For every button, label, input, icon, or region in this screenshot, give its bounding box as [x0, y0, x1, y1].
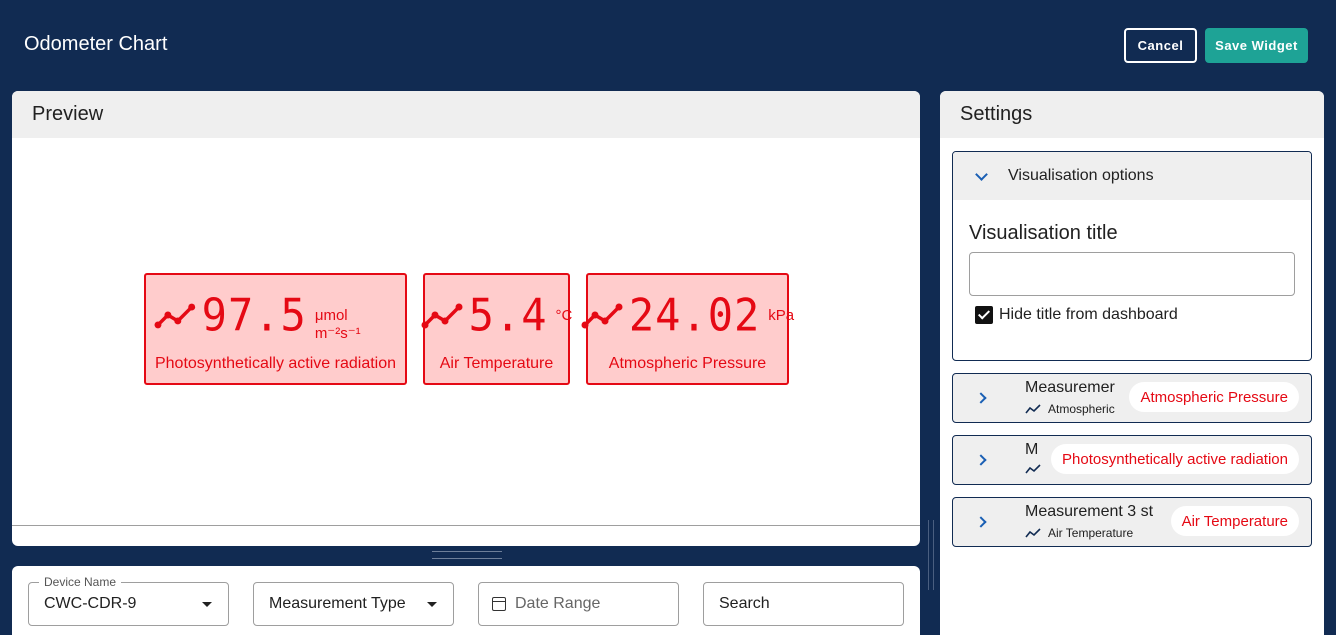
- page-title: Odometer Chart: [24, 33, 168, 55]
- odometer-tile-par: 97.5 μmol m⁻²s⁻¹ Photosynthetically acti…: [144, 273, 407, 385]
- caret-down-icon: [202, 602, 212, 607]
- device-name-select[interactable]: Device Name CWC-CDR-9: [28, 575, 229, 626]
- top-bar: Odometer Chart Cancel Save Widget: [0, 0, 1336, 91]
- odometer-label: Photosynthetically active radiation: [154, 355, 397, 372]
- odometer-unit: kPa: [768, 307, 795, 324]
- vertical-resize-handle[interactable]: [928, 520, 934, 590]
- visualisation-options-header[interactable]: Visualisation options: [953, 152, 1311, 200]
- trend-line-icon: [1025, 404, 1041, 414]
- chevron-right-icon: [975, 454, 987, 466]
- measurement-sub-label: Atmospheric: [1048, 402, 1115, 416]
- trend-line-icon: [581, 303, 623, 329]
- chevron-right-icon: [975, 392, 987, 404]
- caret-down-icon: [427, 602, 437, 607]
- measurement-subtitle: Atmospheric: [1025, 402, 1115, 416]
- visualisation-title-label: Visualisation title: [969, 222, 1118, 244]
- save-widget-button[interactable]: Save Widget: [1205, 28, 1308, 63]
- visualisation-title-input[interactable]: [969, 252, 1295, 296]
- measurement-type-select[interactable]: Measurement Type: [253, 582, 454, 626]
- preview-body: 97.5 μmol m⁻²s⁻¹ Photosynthetically acti…: [12, 138, 920, 526]
- measurement-2-accordion[interactable]: M Photosynthetically active radiation: [952, 435, 1312, 485]
- settings-panel: Settings Visualisation options Visualisa…: [940, 91, 1324, 635]
- odometer-label: Air Temperature: [439, 355, 554, 372]
- device-name-label: Device Name: [39, 575, 122, 589]
- trend-line-icon: [1025, 464, 1041, 474]
- odometer-unit: μmol m⁻²s⁻¹: [314, 307, 361, 342]
- visualisation-options-title: Visualisation options: [1008, 167, 1154, 184]
- hide-title-label: Hide title from dashboard: [999, 306, 1178, 323]
- measurement-chip: Atmospheric Pressure: [1129, 382, 1299, 412]
- trend-line-icon: [1025, 528, 1041, 538]
- measurement-chip: Air Temperature: [1170, 506, 1299, 536]
- measurement-sub-label: Air Temperature: [1048, 526, 1134, 540]
- hide-title-row[interactable]: Hide title from dashboard: [975, 306, 1178, 324]
- odometer-value: 24.02: [628, 289, 761, 342]
- search-placeholder: Search: [719, 595, 770, 612]
- preview-panel: Preview 97.5 μmol m⁻²s⁻¹ Photosynthetica…: [12, 91, 920, 546]
- measurement-3-accordion[interactable]: Measurement 3 st Air Temperature Air Tem…: [952, 497, 1312, 547]
- measurement-1-accordion[interactable]: Measuremer Atmospheric Atmospheric Press…: [952, 373, 1312, 423]
- hide-title-checkbox[interactable]: [975, 306, 993, 324]
- date-range-input[interactable]: Date Range: [478, 582, 679, 626]
- settings-title: Settings: [940, 91, 1324, 138]
- measurement-name: Measurement 3 st: [1025, 503, 1154, 520]
- odometer-row: 97.5 μmol m⁻²s⁻¹ Photosynthetically acti…: [144, 273, 794, 385]
- odometer-tile-air-temperature: 5.4 °C Air Temperature: [421, 273, 573, 385]
- search-input[interactable]: Search: [703, 582, 904, 626]
- date-range-placeholder: Date Range: [515, 595, 601, 612]
- chevron-down-icon: [975, 167, 988, 181]
- device-name-value: CWC-CDR-9: [44, 595, 137, 612]
- calendar-icon: [492, 597, 506, 611]
- visualisation-options-section: Visualisation options Visualisation titl…: [952, 151, 1312, 361]
- chevron-right-icon: [975, 516, 987, 528]
- measurement-name: Measuremer: [1025, 379, 1115, 396]
- measurement-chip: Photosynthetically active radiation: [1051, 444, 1299, 474]
- odometer-label: Atmospheric Pressure: [608, 355, 767, 372]
- horizontal-resize-handle[interactable]: [432, 551, 502, 559]
- odometer-tile-atmospheric-pressure: 24.02 kPa Atmospheric Pressure: [581, 273, 794, 385]
- filter-panel: Device Name CWC-CDR-9 Measurement Type D…: [12, 566, 920, 635]
- measurement-subtitle: [1025, 464, 1048, 474]
- measurement-name: M: [1025, 441, 1039, 458]
- cancel-button[interactable]: Cancel: [1124, 28, 1197, 63]
- measurement-type-placeholder: Measurement Type: [269, 595, 406, 612]
- measurement-subtitle: Air Temperature: [1025, 526, 1133, 540]
- trend-line-icon: [154, 303, 196, 329]
- odometer-unit: °C: [555, 307, 573, 324]
- preview-title: Preview: [12, 91, 920, 138]
- odometer-value: 97.5: [201, 289, 307, 342]
- odometer-value: 5.4: [468, 289, 548, 342]
- trend-line-icon: [421, 303, 463, 329]
